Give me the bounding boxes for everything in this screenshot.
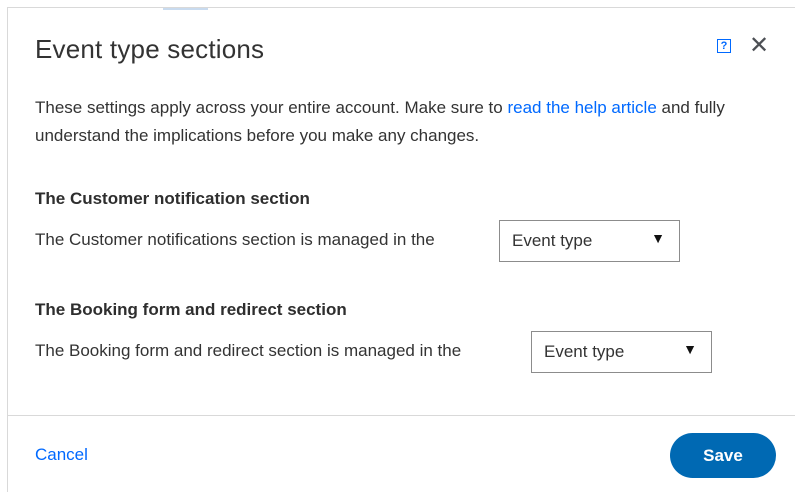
booking-form-section-text: The Booking form and redirect section is… bbox=[35, 341, 462, 360]
cancel-button[interactable]: Cancel bbox=[35, 445, 88, 465]
save-button[interactable]: Save bbox=[670, 433, 776, 478]
event-type-sections-dialog: Event type sections ? ✕ These settings a… bbox=[7, 7, 795, 492]
intro-text-start: These settings apply across your entire … bbox=[35, 98, 508, 117]
booking-form-section-title: The Booking form and redirect section bbox=[35, 300, 347, 319]
booking-form-select[interactable]: Event type ▼ bbox=[531, 331, 712, 373]
booking-form-select-value: Event type bbox=[544, 342, 625, 361]
customer-notification-select-value: Event type bbox=[512, 231, 593, 250]
dialog-title: Event type sections bbox=[35, 34, 265, 64]
customer-notification-select[interactable]: Event type ▼ bbox=[499, 220, 680, 262]
intro-paragraph: These settings apply across your entire … bbox=[35, 94, 765, 150]
footer-divider bbox=[8, 415, 795, 416]
customer-notification-section-title: The Customer notification section bbox=[35, 189, 310, 208]
customer-notification-section-text: The Customer notifications section is ma… bbox=[35, 230, 435, 249]
chevron-down-icon: ▼ bbox=[683, 341, 697, 357]
chevron-down-icon: ▼ bbox=[651, 230, 665, 246]
help-icon[interactable]: ? bbox=[717, 39, 731, 53]
help-article-link[interactable]: read the help article bbox=[507, 98, 656, 117]
close-icon[interactable]: ✕ bbox=[749, 34, 769, 58]
dialog-header: Event type sections ? ✕ bbox=[8, 8, 795, 88]
